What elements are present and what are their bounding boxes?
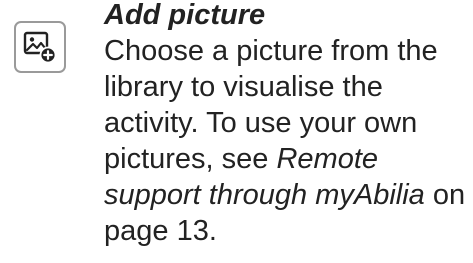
description-text: Choose a picture from the library to vis… — [104, 35, 438, 175]
help-text: Add picture Choose a picture from the li… — [104, 0, 466, 249]
add-picture-button-illustration — [14, 21, 66, 73]
help-item: Add picture Choose a picture from the li… — [0, 0, 473, 263]
section-description: Choose a picture from the library to vis… — [104, 35, 465, 247]
section-heading: Add picture — [104, 0, 266, 31]
add-picture-icon — [23, 31, 57, 64]
